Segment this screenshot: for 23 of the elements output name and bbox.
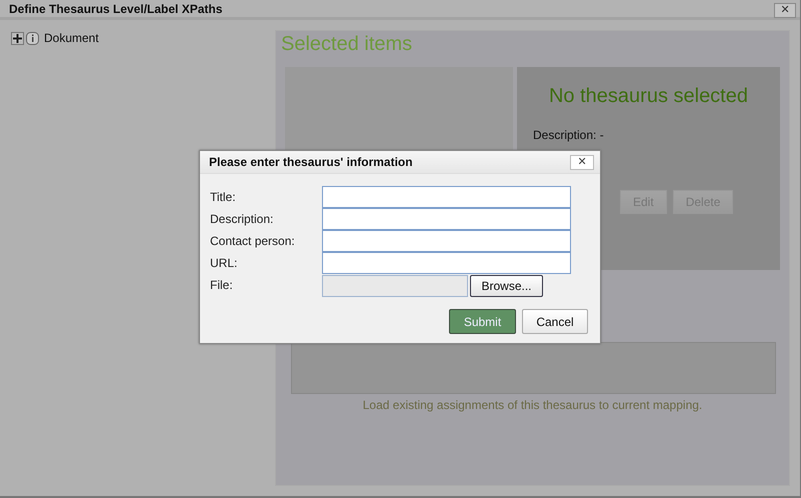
input-field[interactable] xyxy=(322,252,571,274)
input-field[interactable] xyxy=(322,186,571,208)
load-hint: Load existing assignments of this thesaurus to current mapping. xyxy=(362,398,704,412)
field-label: Contact person: xyxy=(210,233,296,250)
dialog-title: Please enter thesaurus' information xyxy=(209,155,413,169)
file-field[interactable] xyxy=(322,275,468,297)
input-field[interactable] xyxy=(322,208,571,230)
thesaurus-heading: No thesaurus selected xyxy=(548,85,749,108)
tree-item[interactable]: Dokument xyxy=(44,31,99,45)
browse-button[interactable]: Browse... xyxy=(470,275,543,297)
description-text: Description: - xyxy=(533,128,605,142)
expand-icon[interactable] xyxy=(11,32,24,44)
close-button[interactable]: ✕ xyxy=(570,154,594,170)
panel-title: Selected items xyxy=(281,33,414,56)
field-label: Description: xyxy=(210,211,274,228)
field-label: Title: xyxy=(210,189,237,206)
window-title: Define Thesaurus Level/Label XPaths xyxy=(9,2,222,16)
cancel-button[interactable]: Cancel xyxy=(522,309,588,334)
field-label: File: xyxy=(210,277,234,294)
info-icon xyxy=(26,32,39,44)
field-label: URL: xyxy=(210,255,238,272)
close-button[interactable]: ✕ xyxy=(774,3,796,18)
input-field[interactable] xyxy=(322,230,571,252)
